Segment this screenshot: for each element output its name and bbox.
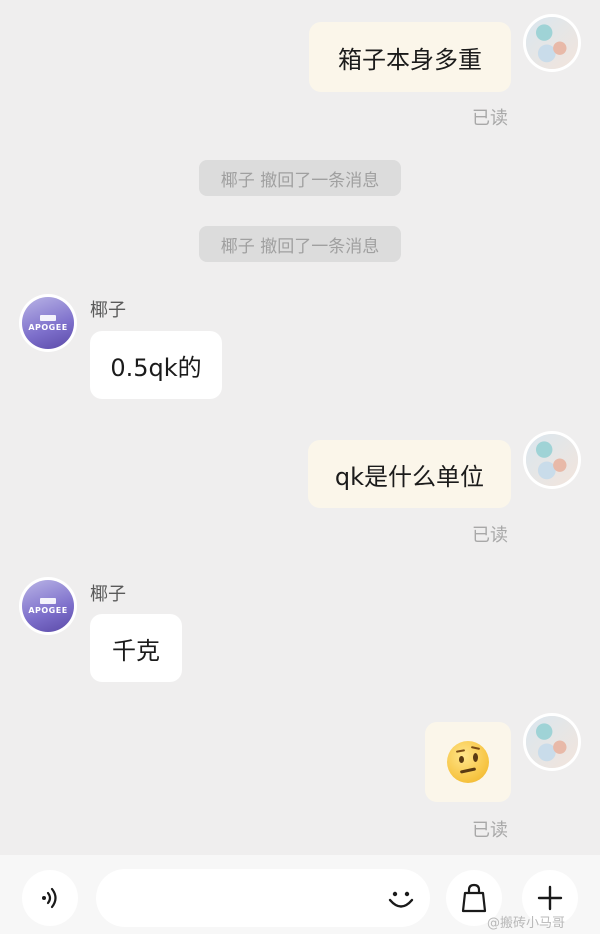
recall-notice: 椰子 撤回了一条消息 bbox=[199, 160, 401, 196]
message-input[interactable] bbox=[96, 869, 430, 927]
user-avatar[interactable] bbox=[526, 434, 578, 486]
watermark: @搬砖小马哥 bbox=[487, 916, 566, 931]
voice-icon bbox=[42, 887, 57, 909]
incoming-bubble[interactable]: 0.5qk的 bbox=[90, 331, 222, 399]
user-avatar[interactable] bbox=[526, 17, 578, 69]
voice-button[interactable] bbox=[22, 870, 78, 926]
avatar-logo-mark bbox=[40, 597, 56, 604]
sender-name: 椰子 bbox=[90, 584, 126, 605]
user-avatar[interactable] bbox=[526, 716, 578, 768]
message-text: 千克 bbox=[112, 636, 160, 665]
message-text: 0.5qk的 bbox=[110, 353, 202, 382]
message-text: 箱子本身多重 bbox=[338, 45, 482, 74]
friend-avatar[interactable]: APOGEE bbox=[22, 297, 74, 349]
outgoing-bubble[interactable]: 箱子本身多重 bbox=[309, 22, 511, 92]
avatar-logo-text: APOGEE bbox=[28, 605, 68, 615]
message-text: qk是什么单位 bbox=[334, 462, 485, 491]
gift-bag-icon bbox=[461, 883, 487, 913]
recall-notice: 椰子 撤回了一条消息 bbox=[199, 226, 401, 262]
friend-avatar[interactable]: APOGEE bbox=[22, 580, 74, 632]
recall-text: 椰子 撤回了一条消息 bbox=[220, 236, 380, 257]
read-status: 已读 bbox=[472, 820, 508, 841]
avatar-logo-mark bbox=[40, 314, 56, 321]
sender-name: 椰子 bbox=[90, 300, 126, 321]
read-status: 已读 bbox=[472, 525, 508, 546]
face-with-uneven-eyes-emoji bbox=[447, 741, 489, 783]
incoming-bubble[interactable]: 千克 bbox=[90, 614, 182, 682]
recall-text: 椰子 撤回了一条消息 bbox=[220, 170, 380, 191]
emoji-button[interactable] bbox=[382, 880, 420, 918]
avatar-logo-text: APOGEE bbox=[28, 322, 68, 332]
outgoing-bubble[interactable]: qk是什么单位 bbox=[308, 440, 511, 508]
smile-icon bbox=[388, 891, 414, 908]
read-status: 已读 bbox=[472, 108, 508, 129]
plus-icon bbox=[537, 885, 563, 911]
outgoing-emoji-bubble[interactable] bbox=[425, 722, 511, 802]
